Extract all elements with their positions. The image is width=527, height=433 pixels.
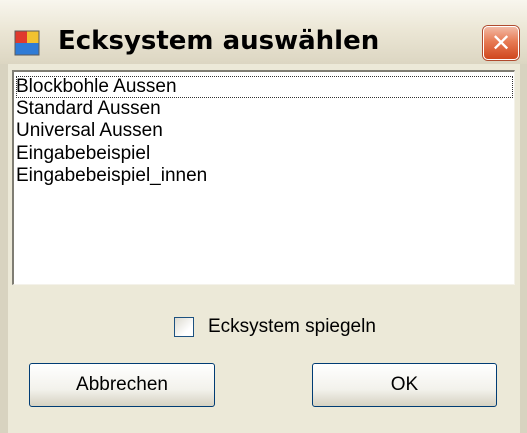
window-frame-left — [0, 64, 8, 433]
list-item[interactable]: Eingabebeispiel_innen — [16, 165, 513, 187]
mirror-checkbox-label: Ecksystem spiegeln — [208, 316, 376, 337]
list-item[interactable]: Standard Aussen — [16, 98, 513, 120]
close-button[interactable]: ✕ — [483, 26, 519, 60]
close-icon: ✕ — [490, 29, 512, 57]
list-item[interactable]: Eingabebeispiel — [16, 143, 513, 165]
list-item[interactable]: Blockbohle Aussen — [16, 76, 513, 98]
checkbox-box[interactable] — [174, 317, 194, 337]
mirror-checkbox[interactable]: Ecksystem spiegeln — [174, 314, 376, 340]
dialog-window: Ecksystem auswählen ✕ Blockbohle Aussen … — [0, 0, 527, 433]
windows-form-icon — [14, 30, 40, 56]
dialog-body: Blockbohle Aussen Standard Aussen Univer… — [8, 64, 520, 433]
cancel-button[interactable]: Abbrechen — [29, 363, 215, 407]
corner-system-list[interactable]: Blockbohle Aussen Standard Aussen Univer… — [12, 70, 515, 285]
title-bar[interactable]: Ecksystem auswählen ✕ — [0, 0, 527, 65]
list-item[interactable]: Universal Aussen — [16, 120, 513, 142]
window-title: Ecksystem auswählen — [58, 26, 380, 56]
ok-button[interactable]: OK — [312, 363, 497, 407]
window-frame-right — [520, 64, 527, 433]
